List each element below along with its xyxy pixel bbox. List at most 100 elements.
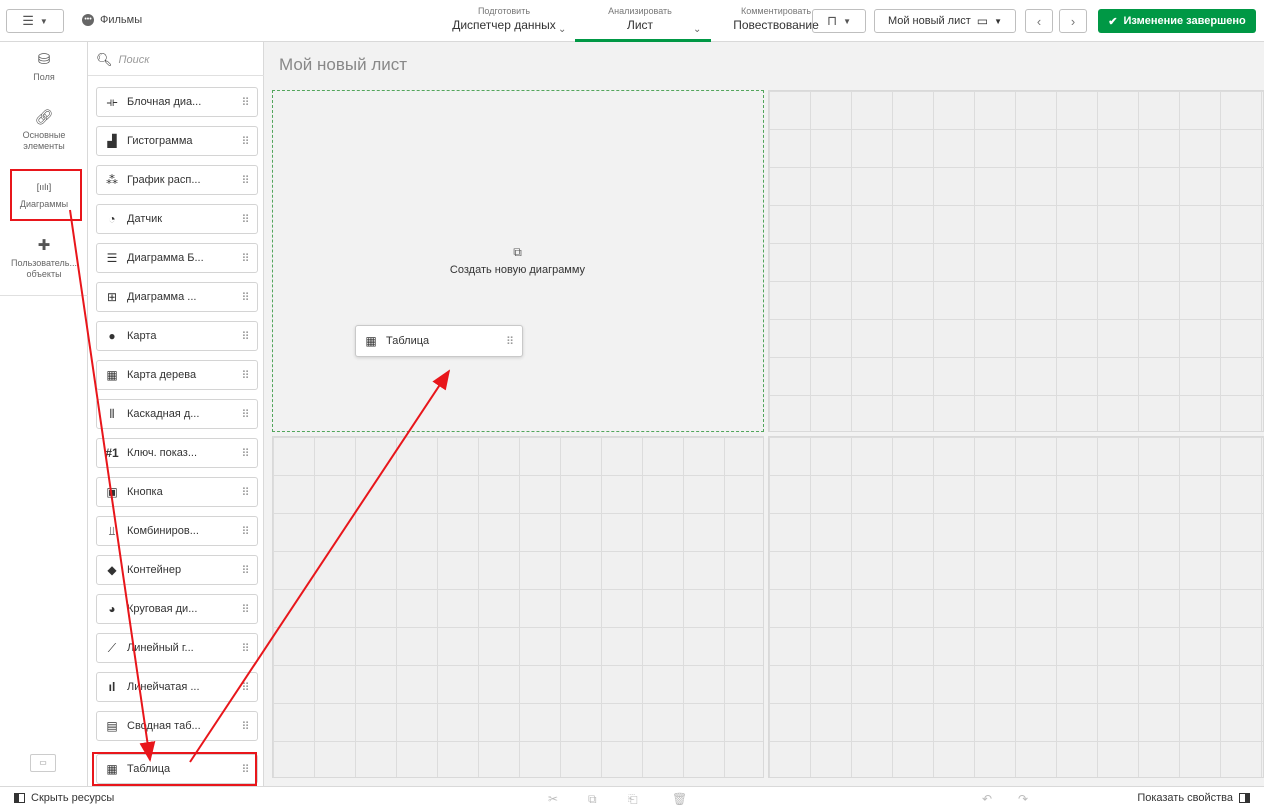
grid-cell[interactable]: [768, 436, 1264, 778]
create-new-chart-label: Создать новую диаграмму: [449, 264, 586, 276]
redo-icon[interactable]: ↷: [1018, 792, 1028, 806]
rail-item-custom-objects[interactable]: ✚ Пользователь... объекты: [0, 238, 88, 280]
asset-item[interactable]: ▟ Гистограмма ⠿: [96, 126, 258, 156]
button-icon: ▣: [106, 485, 118, 499]
combo-icon: ⫫: [108, 523, 116, 538]
database-icon: ⛁: [37, 51, 51, 68]
asset-item[interactable]: ◕ Круговая ди... ⠿: [96, 594, 258, 624]
drag-handle-icon[interactable]: ⠿: [233, 486, 257, 499]
kpi-icon: #1: [105, 446, 119, 460]
asset-label: Линейный г...: [127, 642, 194, 654]
waterfall-icon: ⫴: [109, 406, 115, 421]
undo-icon[interactable]: ↶: [982, 792, 992, 806]
rail-bottom-icon[interactable]: ▭: [30, 754, 56, 772]
asset-item[interactable]: ⫫ Комбиниров... ⠿: [96, 516, 258, 546]
sheet-icon: ▭: [976, 14, 989, 28]
link-icon: 🔗︎: [34, 109, 54, 126]
asset-item[interactable]: ⫴ Каскадная д... ⠿: [96, 399, 258, 429]
asset-item[interactable]: ⟋ Линейный г... ⠿: [96, 633, 258, 663]
done-editing-button[interactable]: ✔ Изменение завершено: [1098, 9, 1256, 33]
drag-handle-icon[interactable]: ⠿: [233, 135, 257, 148]
checkmark-icon: ✔: [1108, 15, 1118, 28]
hide-resources-button[interactable]: Скрыть ресурсы: [14, 792, 114, 804]
cut-icon[interactable]: ✂: [548, 792, 558, 806]
active-tab-indicator: [575, 39, 711, 42]
bottom-bar: Скрыть ресурсы ✂ ⧉ ⎗ 🗑︎ ↶ ↷ Показать сво…: [0, 786, 1264, 810]
asset-label: Контейнер: [127, 564, 182, 576]
bookmark-icon: ⊓: [826, 13, 838, 28]
asset-item[interactable]: ◔ Датчик ⠿: [96, 204, 258, 234]
panel-toggle-icon: [1239, 793, 1250, 803]
highlight-charts-rail: [10, 169, 82, 221]
asset-item[interactable]: #1 Ключ. показ... ⠿: [96, 438, 258, 468]
tab-prepare[interactable]: Подготовить Диспетчер данных ⌄: [444, 6, 567, 35]
grid-cell[interactable]: [768, 90, 1264, 432]
treemap-icon: ▦: [106, 368, 118, 382]
asset-item[interactable]: ⟛ Блочная диа... ⠿: [96, 87, 258, 117]
paste-icon[interactable]: ⎗: [628, 792, 638, 807]
drag-handle-icon[interactable]: ⠿: [233, 252, 257, 265]
drag-handle-icon[interactable]: ⠿: [233, 720, 257, 733]
gauge-icon: ◔: [108, 212, 116, 226]
rail-item-fields[interactable]: ⛁ Поля: [0, 52, 88, 83]
asset-item[interactable]: ıl Линейчатая ... ⠿: [96, 672, 258, 702]
show-properties-button[interactable]: Показать свойства: [1137, 792, 1250, 804]
container-icon: ◆: [107, 563, 117, 577]
asset-label: Комбиниров...: [127, 525, 199, 537]
dragged-item-label: Таблица: [386, 335, 430, 347]
new-chart-icon: ⧉: [513, 245, 522, 259]
asset-label: Блочная диа...: [127, 96, 202, 108]
tab-analyze[interactable]: Анализировать Лист ⌄: [585, 6, 701, 35]
asset-item[interactable]: ☰ Диаграмма Б... ⠿: [96, 243, 258, 273]
boxplot-icon: ⟛: [106, 94, 118, 109]
chevron-down-icon: ⌄: [558, 24, 567, 35]
asset-item[interactable]: ⊞ Диаграмма ... ⠿: [96, 282, 258, 312]
chevron-down-icon: ▼: [843, 16, 852, 26]
bullet-icon: ☰: [106, 251, 118, 265]
drag-handle-icon[interactable]: ⠿: [233, 525, 257, 538]
histogram-icon: ▟: [107, 134, 117, 148]
drag-handle-icon[interactable]: ⠿: [233, 681, 257, 694]
asset-item[interactable]: ⁂ График расп... ⠿: [96, 165, 258, 195]
asset-item[interactable]: ▦ Карта дерева ⠿: [96, 360, 258, 390]
navigation-menu-button[interactable]: ☰ ▼: [6, 9, 64, 33]
drag-handle-icon[interactable]: ⠿: [233, 642, 257, 655]
asset-label: Датчик: [127, 213, 163, 225]
drag-handle-icon[interactable]: ⠿: [233, 291, 257, 304]
drag-handle-icon[interactable]: ⠿: [233, 174, 257, 187]
drag-handle-icon[interactable]: ⠿: [233, 447, 257, 460]
copy-icon[interactable]: ⧉: [588, 792, 597, 807]
rail-item-label: Основные элементы: [22, 130, 66, 151]
asset-item[interactable]: ▤ Сводная таб... ⠿: [96, 711, 258, 741]
asset-label: Линейчатая ...: [127, 681, 200, 693]
asset-item[interactable]: ● Карта ⠿: [96, 321, 258, 351]
distribution-icon: ⁂: [106, 173, 118, 187]
drag-handle-icon[interactable]: ⠿: [233, 213, 257, 226]
delete-icon[interactable]: 🗑︎: [672, 792, 687, 806]
drag-handle-icon[interactable]: ⠿: [233, 603, 257, 616]
asset-label: Каскадная д...: [127, 408, 200, 420]
next-sheet-button[interactable]: ›: [1059, 9, 1087, 33]
search-input[interactable]: 🔍︎ Поиск: [96, 52, 149, 68]
bookmark-button[interactable]: ⊓ ▼: [812, 9, 866, 33]
chevron-down-icon: ⌄: [693, 24, 702, 35]
grid-cell[interactable]: [272, 436, 764, 778]
asset-item[interactable]: ▣ Кнопка ⠿: [96, 477, 258, 507]
create-new-chart[interactable]: ⧉ Создать новую диаграмму: [430, 245, 605, 276]
tab-narrate-caption: Комментировать: [740, 6, 812, 16]
drag-handle-icon[interactable]: ⠿: [233, 369, 257, 382]
sheet-selector[interactable]: Мой новый лист ▭ ▼: [874, 9, 1016, 33]
drag-handle-icon[interactable]: ⠿: [233, 330, 257, 343]
drag-handle-icon[interactable]: ⠿: [233, 564, 257, 577]
tab-narrate[interactable]: Комментировать Повествование: [730, 6, 822, 32]
dragged-table-item[interactable]: ▦ Таблица ⠿: [355, 325, 523, 357]
asset-label: Диаграмма Б...: [127, 252, 204, 264]
drag-handle-icon[interactable]: ⠿: [233, 408, 257, 421]
previous-sheet-button[interactable]: ‹: [1025, 9, 1053, 33]
drag-handle-icon[interactable]: ⠿: [498, 335, 522, 348]
sheet-selector-label: Мой новый лист: [887, 15, 971, 27]
sheet-title: Мой новый лист: [279, 55, 408, 74]
drag-handle-icon[interactable]: ⠿: [233, 96, 257, 109]
asset-item[interactable]: ◆ Контейнер ⠿: [96, 555, 258, 585]
rail-item-master-items[interactable]: 🔗︎ Основные элементы: [0, 110, 88, 152]
